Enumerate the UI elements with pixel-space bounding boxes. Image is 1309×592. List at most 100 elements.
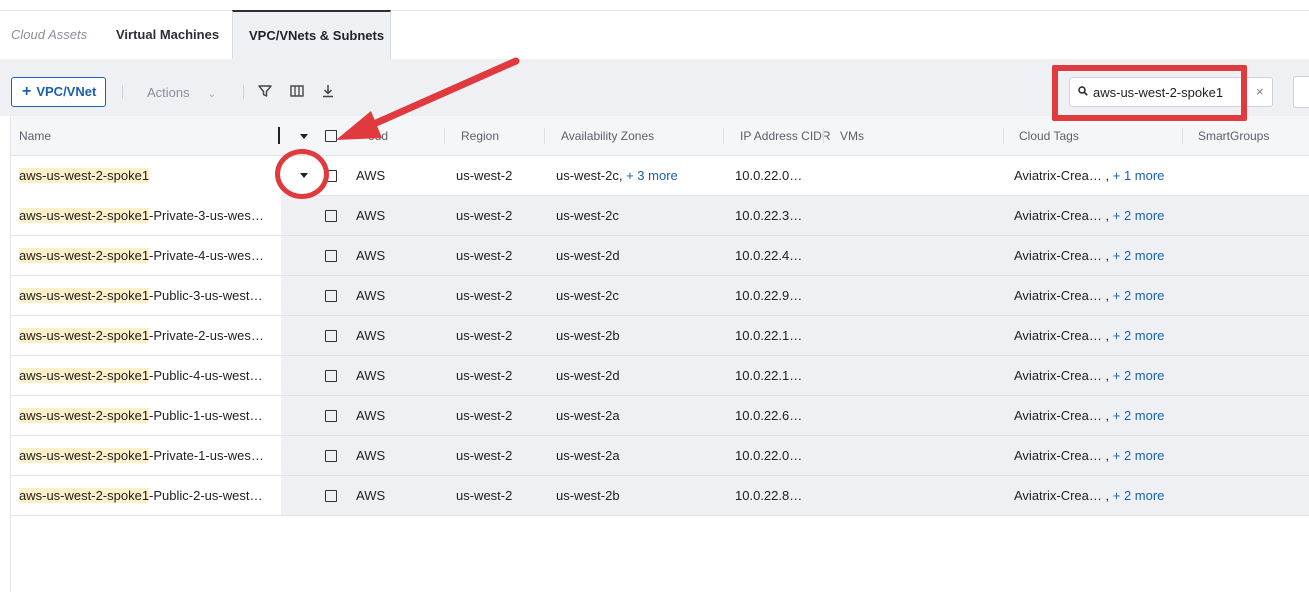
availability-zones-cell: us-west-2a <box>556 408 620 423</box>
filter-icon[interactable] <box>257 83 273 99</box>
name-cell[interactable]: aws-us-west-2-spoke1-Public-1-us-west… <box>11 396 281 436</box>
tags-more-link[interactable]: + 2 more <box>1113 208 1165 223</box>
column-header-smartgroups[interactable]: SmartGroups <box>1198 129 1269 143</box>
tags-more-link[interactable]: + 2 more <box>1113 368 1165 383</box>
column-header-cloud[interactable]: oud <box>368 129 388 143</box>
table-row[interactable]: aws-us-west-2-spoke1-Public-3-us-west… AW… <box>11 276 1309 316</box>
select-all-checkbox[interactable] <box>325 130 337 142</box>
resource-name[interactable]: aws-us-west-2-spoke1-Private-1-us-wes… <box>19 448 264 463</box>
column-header-name[interactable]: Name <box>19 129 51 143</box>
row-checkbox[interactable] <box>325 450 337 462</box>
name-cell[interactable]: aws-us-west-2-spoke1 <box>11 156 281 196</box>
table-row[interactable]: aws-us-west-2-spoke1-Private-3-us-wes… AW… <box>11 196 1309 236</box>
tag-value: Aviatrix-Crea… , <box>1014 328 1110 343</box>
tag-value: Aviatrix-Crea… , <box>1014 408 1110 423</box>
resource-name[interactable]: aws-us-west-2-spoke1-Public-1-us-west… <box>19 408 262 423</box>
resource-name-suffix: -Private-1-us-wes… <box>149 448 264 463</box>
name-cell[interactable]: aws-us-west-2-spoke1-Private-4-us-wes… <box>11 236 281 276</box>
table-row[interactable]: aws-us-west-2-spoke1-Public-1-us-west… AW… <box>11 396 1309 436</box>
search-match-highlight: aws-us-west-2-spoke1 <box>19 328 150 343</box>
name-cell[interactable]: aws-us-west-2-spoke1-Public-3-us-west… <box>11 276 281 316</box>
tab-cloud-assets[interactable]: Cloud Assets <box>11 11 87 59</box>
tags-more-link[interactable]: + 2 more <box>1113 288 1165 303</box>
region-cell: us-west-2 <box>456 488 513 503</box>
ip-cidr-cell: 10.0.22.3… <box>735 208 803 223</box>
column-header-ip-cidr[interactable]: IP Address CIDR <box>740 129 830 143</box>
table-row[interactable]: aws-us-west-2-spoke1 AWS us-west-2 us-west-… <box>11 156 1309 196</box>
name-cell[interactable]: aws-us-west-2-spoke1-Public-4-us-west… <box>11 356 281 396</box>
caret-down-icon[interactable] <box>300 134 308 139</box>
cloud-cell: AWS <box>356 448 386 463</box>
row-checkbox[interactable] <box>325 210 337 222</box>
availability-zones-cell: us-west-2c <box>556 288 619 303</box>
tag-value: Aviatrix-Crea… , <box>1014 448 1110 463</box>
az-value: us-west-2c <box>556 208 619 223</box>
actions-dropdown[interactable]: Actions ⌄ <box>147 85 216 100</box>
row-checkbox[interactable] <box>325 410 337 422</box>
ip-cidr-cell: 10.0.22.8… <box>735 488 803 503</box>
search-match-highlight: aws-us-west-2-spoke1 <box>19 248 150 263</box>
search-match-highlight: aws-us-west-2-spoke1 <box>19 408 150 423</box>
tab-vpc-vnets-subnets[interactable]: VPC/VNets & Subnets <box>232 10 391 59</box>
column-resize-handle[interactable] <box>278 127 280 144</box>
region-cell: us-west-2 <box>456 288 513 303</box>
tags-more-link[interactable]: + 1 more <box>1113 168 1165 183</box>
row-checkbox[interactable] <box>325 330 337 342</box>
search-match-highlight: aws-us-west-2-spoke1 <box>19 288 150 303</box>
tags-more-link[interactable]: + 2 more <box>1113 328 1165 343</box>
tag-value: Aviatrix-Crea… , <box>1014 288 1110 303</box>
row-checkbox[interactable] <box>325 250 337 262</box>
row-checkbox[interactable] <box>325 490 337 502</box>
add-vpc-vnet-label: VPC/VNet <box>36 84 97 99</box>
name-cell[interactable]: aws-us-west-2-spoke1-Private-2-us-wes… <box>11 316 281 356</box>
name-cell[interactable]: aws-us-west-2-spoke1-Private-3-us-wes… <box>11 196 281 236</box>
resource-name[interactable]: aws-us-west-2-spoke1-Public-3-us-west… <box>19 288 262 303</box>
resource-name[interactable]: aws-us-west-2-spoke1 <box>19 168 150 183</box>
row-checkbox[interactable] <box>325 370 337 382</box>
tags-more-link[interactable]: + 2 more <box>1113 448 1165 463</box>
tag-value: Aviatrix-Crea… , <box>1014 208 1110 223</box>
search-match-highlight: aws-us-west-2-spoke1 <box>19 168 150 183</box>
table-row[interactable]: aws-us-west-2-spoke1-Private-2-us-wes… AW… <box>11 316 1309 356</box>
region-cell: us-west-2 <box>456 408 513 423</box>
row-checkbox[interactable] <box>325 290 337 302</box>
name-cell[interactable]: aws-us-west-2-spoke1-Public-2-us-west… <box>11 476 281 516</box>
view-toggle-button[interactable] <box>1293 76 1309 108</box>
resource-name[interactable]: aws-us-west-2-spoke1-Private-4-us-wes… <box>19 248 264 263</box>
az-more-link[interactable]: + 3 more <box>626 168 678 183</box>
columns-icon[interactable] <box>289 83 305 99</box>
cloud-cell: AWS <box>356 288 386 303</box>
resource-name[interactable]: aws-us-west-2-spoke1-Private-2-us-wes… <box>19 328 264 343</box>
resource-name[interactable]: aws-us-west-2-spoke1-Public-2-us-west… <box>19 488 262 503</box>
app-root: Cloud Assets Virtual Machines VPC/VNets … <box>0 0 1309 592</box>
table-row[interactable]: aws-us-west-2-spoke1-Private-4-us-wes… AW… <box>11 236 1309 276</box>
toolbar-divider <box>243 85 244 99</box>
add-vpc-vnet-button[interactable]: + VPC/VNet <box>11 77 106 107</box>
download-icon[interactable] <box>320 83 336 99</box>
region-cell: us-west-2 <box>456 208 513 223</box>
column-header-cloud-tags[interactable]: Cloud Tags <box>1019 129 1079 143</box>
clear-search-icon[interactable]: × <box>1256 84 1264 99</box>
column-header-region[interactable]: Region <box>461 129 499 143</box>
tab-virtual-machines[interactable]: Virtual Machines <box>116 11 219 59</box>
ip-cidr-cell: 10.0.22.0… <box>735 168 803 183</box>
table-row[interactable]: aws-us-west-2-spoke1-Public-2-us-west… AW… <box>11 476 1309 516</box>
ip-cidr-cell: 10.0.22.6… <box>735 408 803 423</box>
table-row[interactable]: aws-us-west-2-spoke1-Private-1-us-wes… AW… <box>11 436 1309 476</box>
column-header-vms[interactable]: VMs <box>840 129 864 143</box>
column-header-availability-zones[interactable]: Availability Zones <box>561 129 654 143</box>
az-value: us-west-2a <box>556 448 620 463</box>
tag-value: Aviatrix-Crea… , <box>1014 488 1110 503</box>
tags-more-link[interactable]: + 2 more <box>1113 408 1165 423</box>
name-cell[interactable]: aws-us-west-2-spoke1-Private-1-us-wes… <box>11 436 281 476</box>
resource-name[interactable]: aws-us-west-2-spoke1-Public-4-us-west… <box>19 368 262 383</box>
cloud-tags-cell: Aviatrix-Crea… , + 2 more <box>1014 368 1164 383</box>
tags-more-link[interactable]: + 2 more <box>1113 488 1165 503</box>
cloud-tags-cell: Aviatrix-Crea… , + 2 more <box>1014 488 1164 503</box>
search-match-highlight: aws-us-west-2-spoke1 <box>19 208 150 223</box>
resource-name[interactable]: aws-us-west-2-spoke1-Private-3-us-wes… <box>19 208 264 223</box>
table-row[interactable]: aws-us-west-2-spoke1-Public-4-us-west… AW… <box>11 356 1309 396</box>
tags-more-link[interactable]: + 2 more <box>1113 248 1165 263</box>
search-match-highlight: aws-us-west-2-spoke1 <box>19 488 150 503</box>
ip-cidr-cell: 10.0.22.9… <box>735 288 803 303</box>
